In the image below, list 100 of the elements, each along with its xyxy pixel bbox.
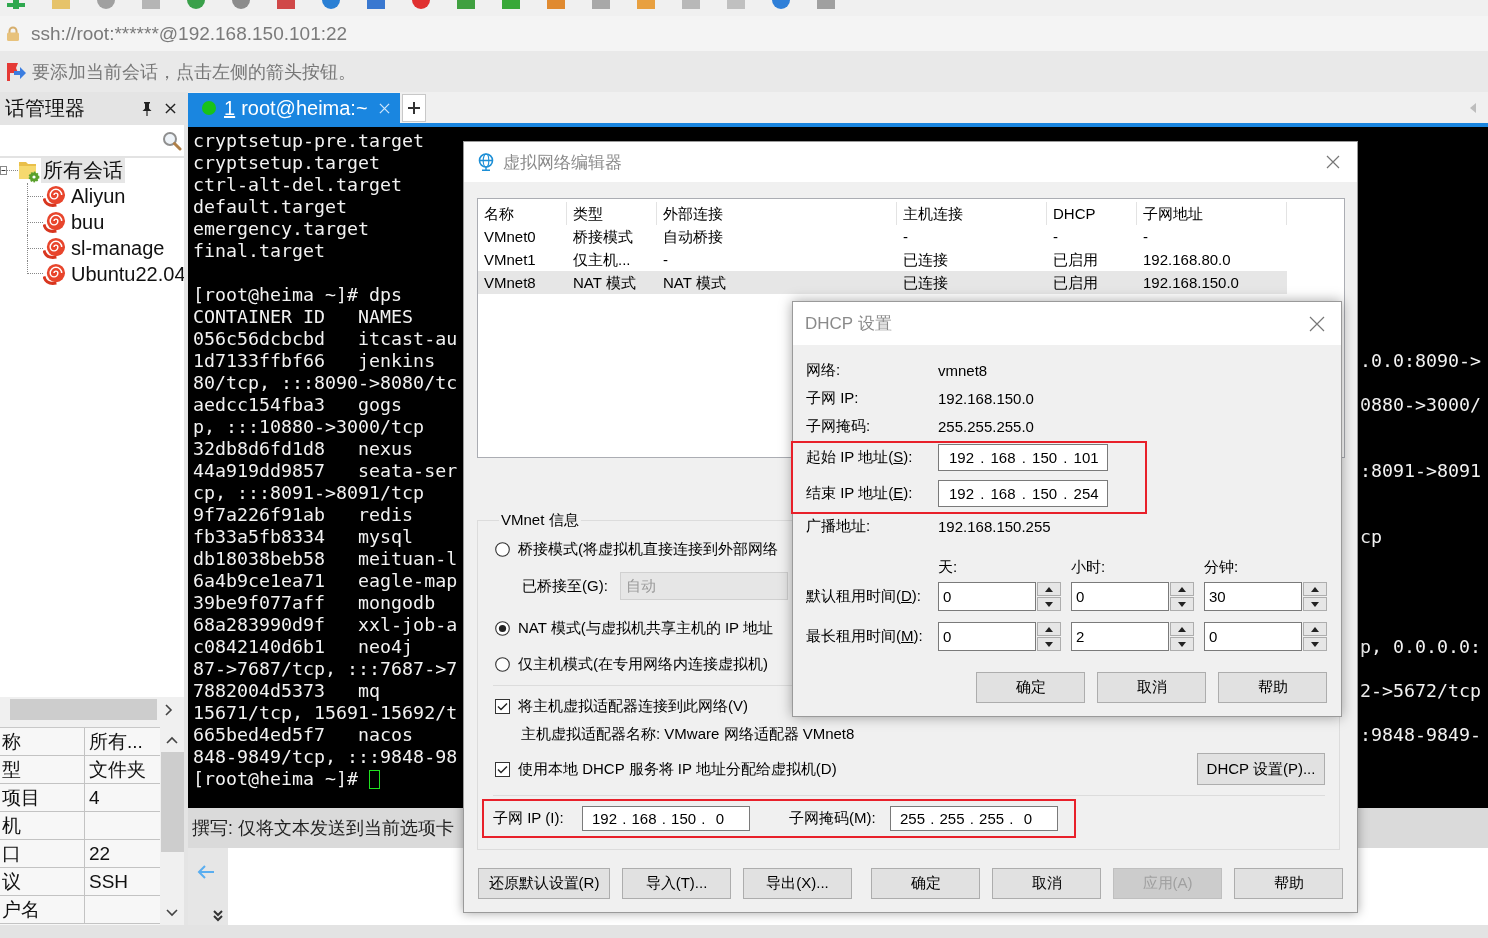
- table-row[interactable]: VMnet0 桥接模式 自动桥接 - - -: [478, 225, 1287, 248]
- pin-icon[interactable]: [142, 101, 152, 116]
- number-field[interactable]: 0: [1071, 582, 1169, 611]
- radio-label[interactable]: NAT 模式(与虚拟机共享主机的 IP 地址: [518, 618, 773, 638]
- collapse-icon[interactable]: [0, 166, 7, 175]
- ip-address-field[interactable]: 192 . 168 . 150 . 101: [938, 444, 1108, 471]
- terminal-line: :9848-9849-: [1360, 724, 1483, 746]
- spiral-icon: [43, 262, 66, 286]
- dialog-button[interactable]: 导入(T)...: [622, 868, 731, 899]
- dialog-button[interactable]: 帮助: [1234, 868, 1343, 899]
- ip-address-field[interactable]: 192 . 168 . 150 . 254: [938, 480, 1108, 507]
- dhcp-settings-button[interactable]: DHCP 设置(P)...: [1197, 753, 1325, 785]
- number-field[interactable]: 0: [938, 622, 1036, 651]
- ip-address-field[interactable]: 192 . 168 . 150 . 0: [582, 806, 750, 831]
- search-icon[interactable]: [162, 130, 182, 151]
- scrollbar-thumb[interactable]: [160, 752, 184, 852]
- column-header[interactable]: 主机连接: [897, 202, 1047, 225]
- table-cell-text: -: [1142, 227, 1149, 247]
- session-tab[interactable]: 1 root@heima:~: [188, 93, 400, 123]
- number-field[interactable]: 0: [938, 582, 1036, 611]
- number-field[interactable]: 2: [1071, 622, 1169, 651]
- dialog-button[interactable]: 还原默认设置(R): [478, 868, 610, 899]
- dialog-button[interactable]: 确定: [871, 868, 980, 899]
- terminal-line: cryptsetup.target: [193, 152, 381, 174]
- column-header[interactable]: 子网地址: [1137, 202, 1287, 225]
- spin-down-button[interactable]: [1170, 637, 1194, 651]
- property-name: 户名: [0, 896, 85, 923]
- new-tab-button[interactable]: [402, 93, 426, 122]
- dialog-button[interactable]: 导出(X)...: [743, 868, 852, 899]
- checkbox-label[interactable]: 将主机虚拟适配器连接到此网络(V): [518, 696, 748, 716]
- dialog-button[interactable]: 确定: [976, 672, 1085, 703]
- ip-address-field[interactable]: 255 . 255 . 255 . 0: [890, 806, 1058, 831]
- terminal-line: [root@heima ~]# dps: [193, 284, 403, 306]
- spin-up-button[interactable]: [1170, 622, 1194, 636]
- radio-button[interactable]: [495, 620, 510, 636]
- checkbox[interactable]: [495, 698, 510, 714]
- terminal-line: fb33a5fb8334 mysql: [193, 526, 414, 548]
- terminal-line: default.target: [193, 196, 348, 218]
- property-value: 文件夹: [88, 758, 146, 782]
- radio-label[interactable]: 仅主机模式(在专用网络内连接虚拟机): [518, 654, 768, 674]
- table-cell-text: VMnet1: [483, 250, 537, 270]
- table-row[interactable]: VMnet1 仅主机... - 已连接 已启用 192.168.80.0: [478, 248, 1287, 271]
- spin-down-button[interactable]: [1170, 597, 1194, 611]
- field-label: 子网 IP:: [806, 388, 860, 408]
- terminal-line: ctrl-alt-del.target: [193, 174, 403, 196]
- dialog-title: DHCP 设置: [805, 313, 892, 335]
- triangle-up-icon: [1311, 586, 1319, 592]
- checkbox-label[interactable]: 使用本地 DHCP 服务将 IP 地址分配给虚拟机(D): [518, 759, 837, 779]
- spin-down-button[interactable]: [1037, 597, 1061, 611]
- table-cell-text: 192.168.80.0: [1142, 250, 1232, 270]
- column-header[interactable]: 名称: [478, 202, 567, 225]
- terminal-line: p, 0.0.0.0:: [1360, 636, 1483, 658]
- terminal-line: [root@heima ~]#: [193, 768, 359, 790]
- spin-down-button[interactable]: [1037, 637, 1061, 651]
- address-text: ssh://root:******@192.168.150.101:22: [31, 22, 348, 45]
- radio-button[interactable]: [495, 656, 510, 672]
- spin-up-button[interactable]: [1037, 622, 1061, 636]
- spin-up-button[interactable]: [1303, 582, 1327, 596]
- tree-item[interactable]: Ubuntu22.04: [69, 261, 188, 287]
- terminal-line: 15671/tcp, 15691-15692/t: [193, 702, 458, 724]
- tree-item[interactable]: Aliyun: [69, 183, 128, 209]
- double-chevron-down-icon[interactable]: [213, 910, 223, 922]
- checkbox[interactable]: [495, 761, 510, 777]
- terminal-line: 2->5672/tcp: [1360, 680, 1483, 702]
- field-label: 起始 IP 地址(S):: [806, 448, 914, 467]
- chevron-down-icon[interactable]: [166, 909, 178, 917]
- dialog-button[interactable]: 帮助: [1218, 672, 1327, 703]
- property-value: 22: [88, 842, 111, 866]
- tree-item[interactable]: buu: [69, 209, 107, 235]
- number-field[interactable]: 30: [1204, 582, 1302, 611]
- triangle-down-icon: [1311, 641, 1319, 647]
- close-icon[interactable]: [165, 103, 176, 114]
- chevron-up-icon[interactable]: [166, 736, 178, 744]
- tree-item[interactable]: 所有会话: [41, 158, 125, 183]
- spin-up-button[interactable]: [1303, 622, 1327, 636]
- dialog-button[interactable]: 取消: [992, 868, 1101, 899]
- column-header[interactable]: 类型: [567, 202, 657, 225]
- search-field[interactable]: [0, 125, 184, 158]
- terminal-line: 056c56dcbcbd itcast-au: [193, 328, 458, 350]
- column-header[interactable]: 外部连接: [657, 202, 897, 225]
- number-field[interactable]: 0: [1204, 622, 1302, 651]
- table-row[interactable]: VMnet8 NAT 模式 NAT 模式 已连接 已启用 192.168.150.0: [478, 271, 1287, 294]
- spin-up-button[interactable]: [1037, 582, 1061, 596]
- compose-label: 撰写: 仅将文本发送到当前选项卡: [192, 817, 454, 840]
- chevron-right-icon[interactable]: [165, 703, 173, 716]
- dialog-button[interactable]: 取消: [1097, 672, 1206, 703]
- terminal-line: 1d7133ffbf66 jenkins: [193, 350, 436, 372]
- radio-label[interactable]: 桥接模式(将虚拟机直接连接到外部网络: [518, 539, 778, 559]
- flag-icon[interactable]: [6, 62, 26, 81]
- spin-up-button[interactable]: [1170, 582, 1194, 596]
- spin-down-button[interactable]: [1303, 597, 1327, 611]
- radio-button[interactable]: [495, 541, 510, 557]
- address-bar[interactable]: ssh://root:******@192.168.150.101:22: [0, 16, 1488, 51]
- tree-item[interactable]: sl-manage: [69, 235, 167, 261]
- column-header[interactable]: DHCP: [1047, 202, 1137, 225]
- spin-down-button[interactable]: [1303, 637, 1327, 651]
- terminal-line: 6a4b9ce1ea71 eagle-map: [193, 570, 458, 592]
- plus-icon[interactable]: [7, 0, 25, 9]
- triangle-down-icon: [1178, 641, 1186, 647]
- scrollbar-thumb[interactable]: [10, 699, 157, 720]
